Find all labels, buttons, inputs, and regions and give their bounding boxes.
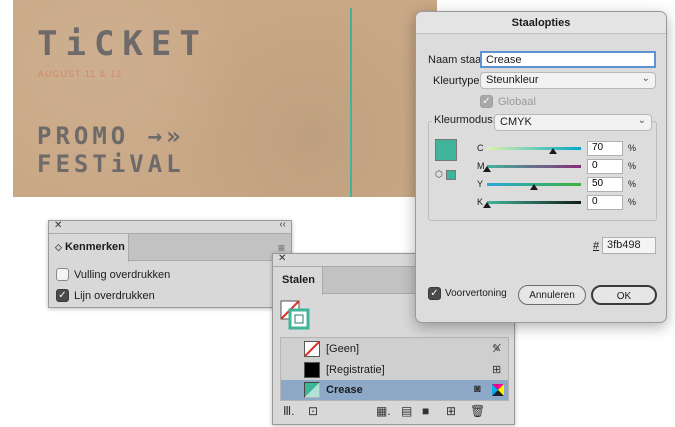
swatch-views-icon[interactable]: ▦. — [376, 404, 391, 418]
slider-track[interactable] — [487, 165, 581, 168]
promo-text: PROMO →» — [37, 122, 185, 150]
registration-swatch-icon — [304, 362, 320, 378]
color-type-select[interactable]: Steunkleur ⌄ — [480, 72, 656, 89]
ok-button[interactable]: OK — [591, 285, 657, 305]
preview-row[interactable]: ✓ Voorvertoning — [428, 287, 507, 300]
swatches-toolbar: Ⅲ. ⊡ ▦. ▤ ■ ⊞ 🗑 — [280, 404, 509, 422]
preview-label: Voorvertoning — [445, 288, 507, 299]
slider-track[interactable] — [487, 147, 581, 150]
color-mode-select[interactable]: CMYK ⌄ — [494, 114, 652, 131]
percent-label: % — [628, 197, 637, 207]
tab-kenmerken[interactable]: ◇ Kenmerken — [49, 234, 129, 262]
color-type-label: Kleurtype: — [433, 75, 483, 87]
fill-stroke-icon[interactable] — [280, 300, 310, 330]
stroke-overprint-label: Lijn overdrukken — [74, 289, 155, 302]
stroke-overprint-row[interactable]: ✓ Lijn overdrukken — [56, 289, 155, 302]
close-icon[interactable]: ✕ — [54, 220, 62, 231]
swatch-name-input[interactable]: Crease — [480, 51, 656, 68]
fill-overprint-checkbox[interactable] — [56, 268, 69, 281]
color-preview-swatch — [435, 139, 457, 161]
trash-icon[interactable]: 🗑 — [470, 404, 485, 418]
chevron-down-icon: ⌄ — [637, 115, 646, 126]
swatch-name-label: Naam staal: — [428, 54, 487, 66]
global-row: ✓ Globaal — [480, 95, 536, 108]
percent-label: % — [628, 143, 637, 153]
preview-checkbox[interactable]: ✓ — [428, 287, 441, 300]
folder-icon[interactable]: ■ — [422, 404, 429, 418]
cmyk-mode-icon — [492, 384, 504, 396]
hex-label: # — [593, 240, 600, 252]
library-icon[interactable]: Ⅲ. — [283, 404, 295, 418]
arrow-icon: →» — [147, 122, 185, 150]
channel-letter: C — [477, 143, 484, 153]
slider-thumb[interactable] — [483, 166, 491, 172]
global-checkbox: ✓ — [480, 95, 493, 108]
cancel-button[interactable]: Annuleren — [518, 285, 586, 305]
attributes-panel: ✕ ‹‹ ◇ Kenmerken ≡ Vulling overdrukken ✓… — [48, 219, 292, 308]
chevron-down-icon: ⌄ — [641, 73, 650, 84]
stroke-overprint-checkbox[interactable]: ✓ — [56, 289, 69, 302]
screen: TiCKET AUGUST 11 & 12 PROMO →» FESTiVAL … — [0, 0, 675, 427]
swatch-row-none[interactable]: [Geen] ✎̸ — [281, 339, 508, 359]
spot-color-swatch-icon — [304, 382, 320, 398]
global-label: Globaal — [498, 95, 536, 108]
hex-input[interactable]: 3fb498 — [602, 237, 656, 254]
fill-overprint-label: Vulling overdrukken — [74, 268, 171, 281]
channel-value-input[interactable]: 70 — [587, 141, 623, 156]
new-swatch-icon[interactable]: ⊞ — [446, 404, 456, 418]
percent-label: % — [628, 161, 637, 171]
color-mode-label: Kleurmodus: — [432, 114, 498, 126]
date-text: AUGUST 11 & 12 — [38, 69, 123, 79]
panel-header: ✕ ‹‹ — [49, 219, 291, 233]
tab-bar: ◇ Kenmerken ≡ — [49, 233, 291, 262]
festival-text: FESTiVAL — [37, 150, 185, 178]
dialog-title: Staalopties — [416, 12, 666, 34]
swatch-row-crease[interactable]: Crease ◙ — [281, 380, 508, 400]
gamut-cube-icon[interactable]: ⬡ — [435, 169, 443, 180]
registration-mark-icon: ⊞ — [492, 364, 502, 376]
slider-thumb[interactable] — [530, 184, 538, 190]
cardboard-artwork: TiCKET AUGUST 11 & 12 PROMO →» FESTiVAL — [13, 0, 437, 197]
swatch-list: [Geen] ✎̸ [Registratie] ⊞ Crease ◙ — [280, 337, 509, 401]
channel-value-input[interactable]: 0 — [587, 195, 623, 210]
ticket-text: TiCKET — [37, 24, 208, 64]
tab-arrows-icon: ◇ — [55, 242, 62, 252]
crease-guide-line[interactable] — [350, 8, 352, 197]
slider-thumb[interactable] — [549, 148, 557, 154]
color-mode-value: CMYK — [500, 116, 532, 128]
channel-value-input[interactable]: 0 — [587, 159, 623, 174]
color-group-icon[interactable]: ▤ — [401, 404, 412, 418]
swatch-row-registration[interactable]: [Registratie] ⊞ — [281, 360, 508, 380]
promo-label: PROMO — [37, 122, 130, 150]
swatch-options-dialog: Staalopties Naam staal: Crease Kleurtype… — [415, 11, 667, 323]
swatch-name: [Geen] — [326, 343, 360, 355]
channel-letter: Y — [477, 179, 484, 189]
slider-track[interactable] — [487, 201, 581, 204]
slider-thumb[interactable] — [483, 202, 491, 208]
close-icon[interactable]: ✕ — [278, 253, 286, 264]
color-type-value: Steunkleur — [486, 74, 539, 86]
tab-label: Kenmerken — [64, 241, 125, 253]
no-edit-icon: ✎̸ — [492, 343, 502, 355]
collapse-icon[interactable]: ‹‹ — [279, 219, 286, 230]
tab-stalen[interactable]: Stalen — [273, 267, 323, 295]
show-swatch-kinds-icon[interactable]: ⊡ — [308, 404, 318, 418]
color-mode-group: Kleurmodus: CMYK ⌄ ⬡ C 70 % M 0 % Y 50 %… — [428, 114, 657, 221]
fill-overprint-row[interactable]: Vulling overdrukken — [56, 268, 170, 281]
swatch-name: [Registratie] — [326, 364, 385, 376]
in-gamut-swatch[interactable] — [446, 170, 456, 180]
none-swatch-icon — [304, 341, 320, 357]
swatch-name: Crease — [326, 384, 363, 396]
channel-value-input[interactable]: 50 — [587, 177, 623, 192]
percent-label: % — [628, 179, 637, 189]
spot-color-icon: ◙ — [474, 383, 481, 395]
